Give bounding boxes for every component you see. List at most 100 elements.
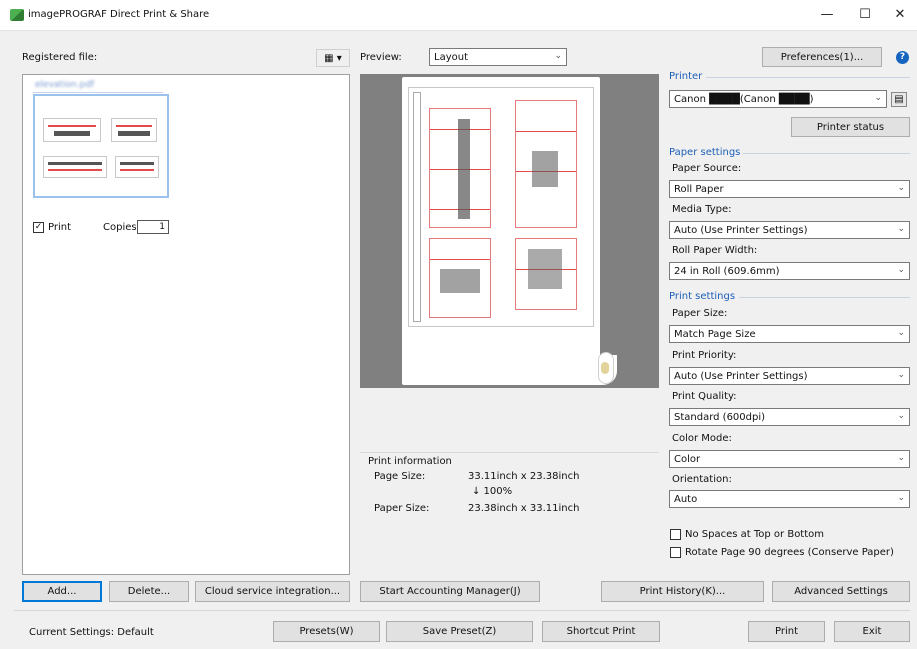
paper-size-value: 23.38inch x 33.11inch	[468, 503, 580, 514]
chevron-down-icon: ⌄	[554, 51, 562, 61]
paper-source-label: Paper Source:	[672, 163, 742, 174]
chevron-down-icon: ⌄	[897, 328, 905, 338]
rotate-page-label: Rotate Page 90 degrees (Conserve Paper)	[685, 547, 894, 558]
cloud-integration-button[interactable]: Cloud service integration...	[195, 581, 350, 602]
preferences-button[interactable]: Preferences(1)...	[762, 47, 882, 67]
maximize-button[interactable]: ☐	[850, 5, 880, 25]
media-type-label: Media Type:	[672, 204, 732, 215]
window-title: imagePROGRAF Direct Print & Share	[28, 9, 210, 20]
print-priority-select[interactable]: Auto (Use Printer Settings) ⌄	[669, 367, 910, 385]
print-information-panel: Print information Page Size: 33.11inch x…	[360, 452, 659, 575]
close-button[interactable]: ✕	[885, 5, 915, 25]
roll-width-select[interactable]: 24 in Roll (609.6mm) ⌄	[669, 262, 910, 280]
roll-width-value: 24 in Roll (609.6mm)	[674, 265, 780, 277]
advanced-settings-button[interactable]: Advanced Settings	[772, 581, 910, 602]
shortcut-print-button[interactable]: Shortcut Print	[542, 621, 660, 642]
printer-group-title: Printer	[669, 71, 703, 82]
copies-input[interactable]: 1	[137, 220, 169, 234]
copies-label: Copies	[103, 222, 137, 233]
save-preset-button[interactable]: Save Preset(Z)	[386, 621, 533, 642]
color-mode-select[interactable]: Color ⌄	[669, 450, 910, 468]
printer-select[interactable]: Canon ████(Canon ████) ⌄	[669, 90, 887, 108]
printer-icon[interactable]: ▤	[891, 92, 907, 107]
paper-settings-group-title: Paper settings	[669, 147, 741, 158]
chevron-down-icon: ⌄	[897, 453, 905, 463]
chevron-down-icon: ⌄	[897, 224, 905, 234]
help-icon[interactable]: ?	[896, 51, 909, 64]
paper-size-setting-value: Match Page Size	[674, 328, 756, 340]
minimize-button[interactable]: —	[812, 5, 842, 25]
color-mode-label: Color Mode:	[672, 433, 732, 444]
current-settings-label: Current Settings: Default	[29, 627, 154, 638]
paper-source-value: Roll Paper	[674, 183, 724, 195]
print-quality-select[interactable]: Standard (600dpi) ⌄	[669, 408, 910, 426]
printer-value: Canon ████(Canon ████)	[674, 93, 814, 105]
preview-mode-select[interactable]: Layout ⌄	[429, 48, 567, 66]
registered-file-label: Registered file:	[22, 52, 98, 63]
delete-file-button[interactable]: Delete...	[109, 581, 189, 602]
registered-file-list[interactable]: elevation.pdf ✓ Print Copies 1	[22, 74, 350, 575]
file-divider	[33, 92, 163, 93]
print-settings-line	[739, 297, 910, 298]
chevron-down-icon: ⌄	[897, 493, 905, 503]
add-file-button[interactable]: Add...	[22, 581, 102, 602]
print-quality-value: Standard (600dpi)	[674, 411, 766, 423]
file-thumbnail[interactable]	[33, 94, 169, 198]
preview-label: Preview:	[360, 52, 402, 63]
paper-size-setting-label: Paper Size:	[672, 308, 728, 319]
chevron-down-icon: ⌄	[897, 265, 905, 275]
no-spaces-label: No Spaces at Top or Bottom	[685, 529, 825, 540]
page-size-label: Page Size:	[374, 471, 426, 482]
presets-button[interactable]: Presets(W)	[273, 621, 380, 642]
page-size-value: 33.11inch x 23.38inch	[468, 471, 580, 482]
print-layout-page	[408, 87, 594, 327]
chevron-down-icon: ⌄	[874, 93, 882, 103]
drawing-elevation-1	[429, 108, 491, 228]
thumbnail-drawing-1	[43, 118, 101, 142]
thumbnail-drawing-4	[115, 156, 159, 178]
title-bar: imagePROGRAF Direct Print & Share — ☐ ✕	[0, 0, 917, 30]
print-info-title: Print information	[368, 456, 452, 467]
rotate-page-checkbox[interactable]	[670, 547, 681, 558]
roll-paper-core	[601, 362, 609, 374]
orientation-select[interactable]: Auto ⌄	[669, 490, 910, 508]
exit-button[interactable]: Exit	[834, 621, 910, 642]
paper-source-select[interactable]: Roll Paper ⌄	[669, 180, 910, 198]
thumbnail-drawing-2	[111, 118, 157, 142]
print-settings-group-title: Print settings	[669, 291, 736, 302]
chevron-down-icon: ⌄	[897, 370, 905, 380]
print-button[interactable]: Print	[748, 621, 825, 642]
orientation-value: Auto	[674, 493, 698, 505]
media-type-value: Auto (Use Printer Settings)	[674, 224, 808, 236]
printer-status-button[interactable]: Printer status	[791, 117, 910, 137]
orientation-label: Orientation:	[672, 474, 732, 485]
print-priority-label: Print Priority:	[672, 350, 737, 361]
accounting-manager-button[interactable]: Start Accounting Manager(J)	[360, 581, 540, 602]
print-checkbox-label: Print	[48, 222, 72, 233]
file-name: elevation.pdf	[35, 80, 95, 90]
print-history-button[interactable]: Print History(K)...	[601, 581, 764, 602]
chevron-down-icon: ⌄	[897, 411, 905, 421]
roll-width-label: Roll Paper Width:	[672, 245, 758, 256]
scale-value: ↓ 100%	[472, 486, 513, 497]
paper-size-select[interactable]: Match Page Size ⌄	[669, 325, 910, 343]
chevron-down-icon: ⌄	[897, 183, 905, 193]
no-spaces-checkbox[interactable]	[670, 529, 681, 540]
footer-divider	[14, 610, 910, 611]
thumbnail-drawing-3	[43, 156, 107, 178]
roll-paper-sheet	[402, 77, 600, 385]
view-toggle-button[interactable]: ▦ ▾	[316, 49, 350, 67]
drawing-elevation-2	[515, 100, 577, 228]
print-checkbox[interactable]: ✓	[33, 222, 44, 233]
color-mode-value: Color	[674, 453, 701, 465]
paper-settings-line	[743, 153, 910, 154]
printer-group-line	[706, 77, 910, 78]
paper-size-label: Paper Size:	[374, 503, 430, 514]
print-quality-label: Print Quality:	[672, 391, 737, 402]
drawing-elevation-3	[429, 238, 491, 318]
drawing-elevation-4	[515, 238, 577, 310]
print-priority-value: Auto (Use Printer Settings)	[674, 370, 808, 382]
preview-mode-value: Layout	[434, 51, 468, 63]
media-type-select[interactable]: Auto (Use Printer Settings) ⌄	[669, 221, 910, 239]
app-icon	[10, 9, 24, 21]
